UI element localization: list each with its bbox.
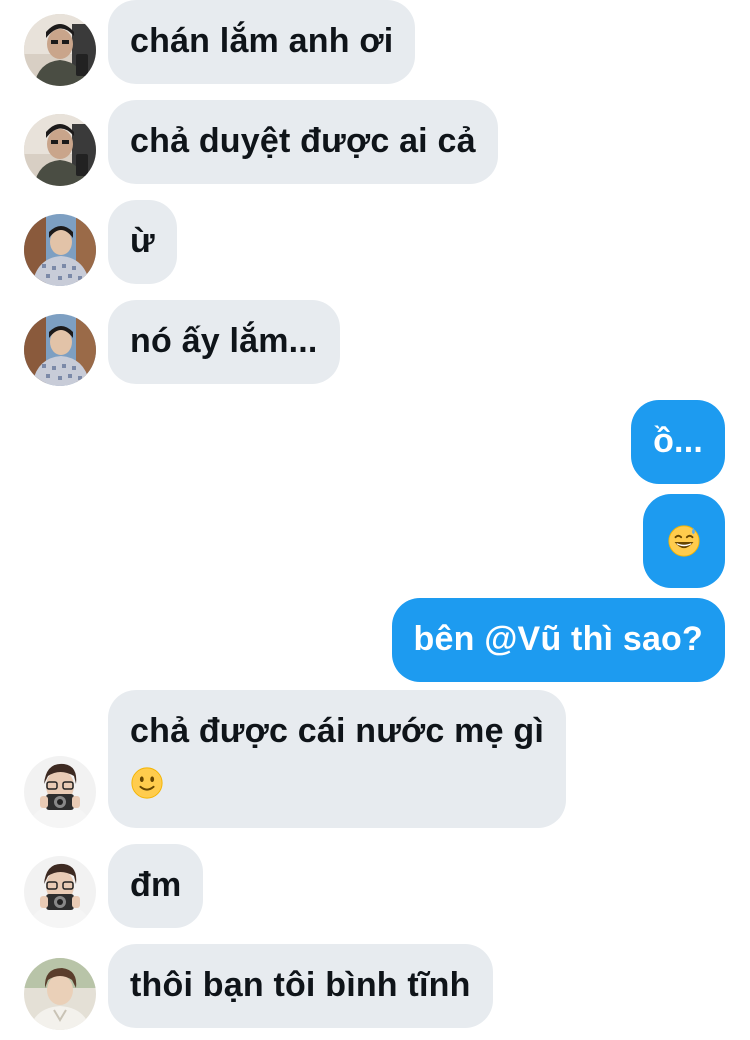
avatar-image <box>24 756 96 828</box>
message-text: chả được cái nước mẹ gì <box>130 712 544 750</box>
message-bubble-outgoing[interactable]: bên @Vũ thì sao? <box>391 598 725 682</box>
avatar-image <box>24 114 96 186</box>
message-bubble-incoming[interactable]: chả duyệt được ai cả <box>108 100 498 184</box>
message-bubble-incoming[interactable]: chán lắm anh ơi <box>108 0 416 84</box>
message-text: đm <box>130 866 182 904</box>
slight-smile-emoji-icon <box>131 767 163 799</box>
message-text: ồ... <box>653 422 703 460</box>
avatar-image <box>24 214 96 286</box>
avatar[interactable] <box>24 214 96 286</box>
message-bubble-incoming[interactable]: nó ấy lắm... <box>108 300 340 384</box>
avatar[interactable] <box>24 856 96 928</box>
avatar-image <box>24 958 96 1030</box>
message-text: ừ <box>130 222 155 260</box>
avatar[interactable] <box>24 958 96 1030</box>
message-bubble-incoming[interactable]: thôi bạn tôi bình tĩnh <box>108 944 493 1028</box>
message-bubble-incoming[interactable]: ừ <box>108 200 177 284</box>
message-text: nó ấy lắm... <box>130 322 318 360</box>
avatar-image <box>24 856 96 928</box>
message-text: chán lắm anh ơi <box>130 22 394 60</box>
message-bubble-incoming[interactable]: đm <box>108 844 204 928</box>
avatar[interactable] <box>24 314 96 386</box>
grinning-sweat-emoji-icon <box>668 525 700 557</box>
avatar[interactable] <box>24 756 96 828</box>
avatar-image <box>24 314 96 386</box>
message-bubble-incoming[interactable]: chả được cái nước mẹ gì <box>108 690 566 828</box>
avatar[interactable] <box>24 114 96 186</box>
message-text: chả duyệt được ai cả <box>130 122 476 160</box>
message-text: thôi bạn tôi bình tĩnh <box>130 966 471 1004</box>
avatar-image <box>24 14 96 86</box>
message-bubble-outgoing[interactable]: ồ... <box>631 400 725 484</box>
message-bubble-outgoing[interactable] <box>643 494 725 588</box>
message-text: bên @Vũ thì sao? <box>413 620 703 658</box>
avatar[interactable] <box>24 14 96 86</box>
